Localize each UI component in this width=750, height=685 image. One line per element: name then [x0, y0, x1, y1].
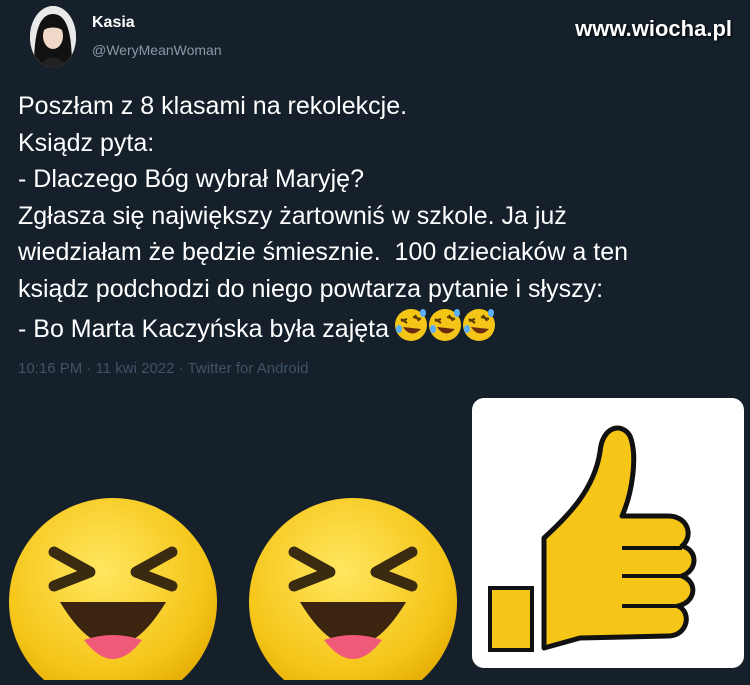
- tweet-text: Poszłam z 8 klasami na rekolekcje. Ksiąd…: [18, 88, 738, 354]
- tweet-line: Zgłasza się największy żartowniś w szkol…: [18, 201, 567, 230]
- author-handle[interactable]: @WeryMeanWoman: [92, 42, 222, 58]
- avatar[interactable]: [30, 6, 76, 68]
- tweet-line: - Bo Marta Kaczyńska była zajęta: [18, 314, 389, 343]
- rolling-on-floor-laughing-icon: [463, 309, 495, 341]
- watermark: www.wiocha.pl: [575, 16, 732, 41]
- tweet-header: Kasia @WeryMeanWoman www.wiocha.pl: [0, 0, 750, 80]
- laughing-face-icon: [242, 490, 464, 685]
- tweet-line: - Dlaczego Bóg wybrał Maryję?: [18, 165, 364, 193]
- tweet-line: Poszłam z 8 klasami na rekolekcje.: [18, 92, 408, 120]
- thumbs-up-icon: [488, 425, 697, 652]
- tweet-last-line: - Bo Marta Kaczyńska była zajęta: [18, 307, 738, 354]
- rolling-on-floor-laughing-icon: [395, 309, 427, 341]
- tweet-line: wiedziałam że będzie śmiesznie. 100 dzie…: [18, 238, 629, 266]
- rolling-on-floor-laughing-icon: [429, 309, 461, 341]
- tweet-line: ksiądz podchodzi do niego powtarza pytan…: [18, 274, 604, 303]
- laughing-face-icon: [2, 490, 224, 685]
- thumbs-up-card: [472, 398, 744, 668]
- tweet-line: Ksiądz pyta:: [18, 128, 155, 157]
- tweet-timestamp[interactable]: 10:16 PM · 11 kwi 2022 · Twitter for And…: [18, 360, 308, 377]
- author-name[interactable]: Kasia: [92, 14, 135, 32]
- emoji-group: [393, 307, 495, 354]
